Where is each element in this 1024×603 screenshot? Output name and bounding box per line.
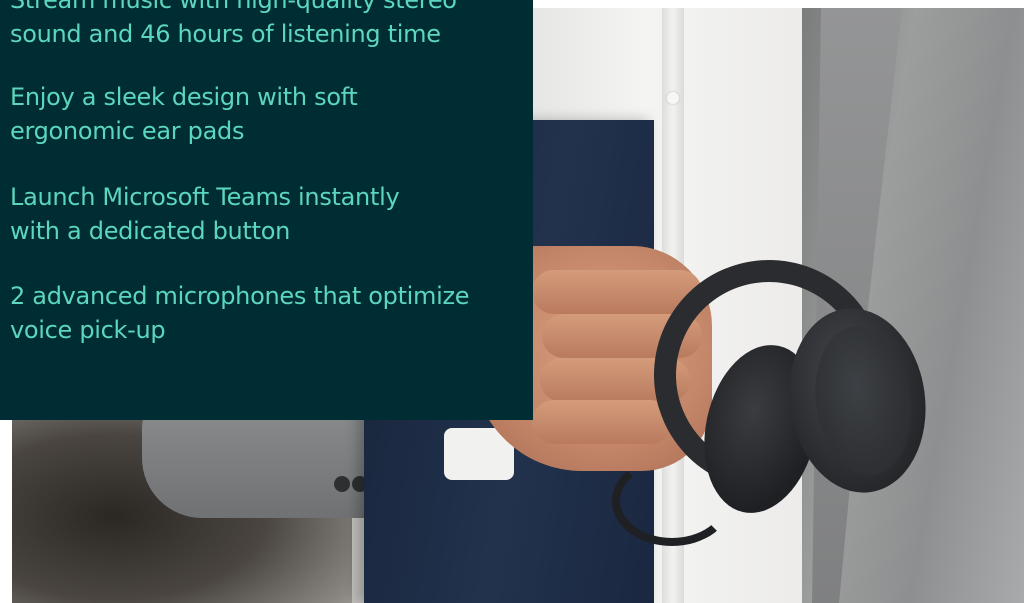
shirt-button <box>667 92 679 104</box>
finger <box>532 400 672 444</box>
feature-panel: Stream music with high-quality stereo so… <box>0 0 533 420</box>
feature-item: Stream music with high-quality stereo so… <box>10 0 457 48</box>
sleeve-button <box>334 476 350 492</box>
feature-item: Enjoy a sleek design with soft ergonomic… <box>10 83 358 145</box>
feature-item: Launch Microsoft Teams instantly with a … <box>10 183 400 245</box>
feature-item: 2 advanced microphones that optimize voi… <box>10 282 470 344</box>
headphone-cable <box>612 456 732 546</box>
